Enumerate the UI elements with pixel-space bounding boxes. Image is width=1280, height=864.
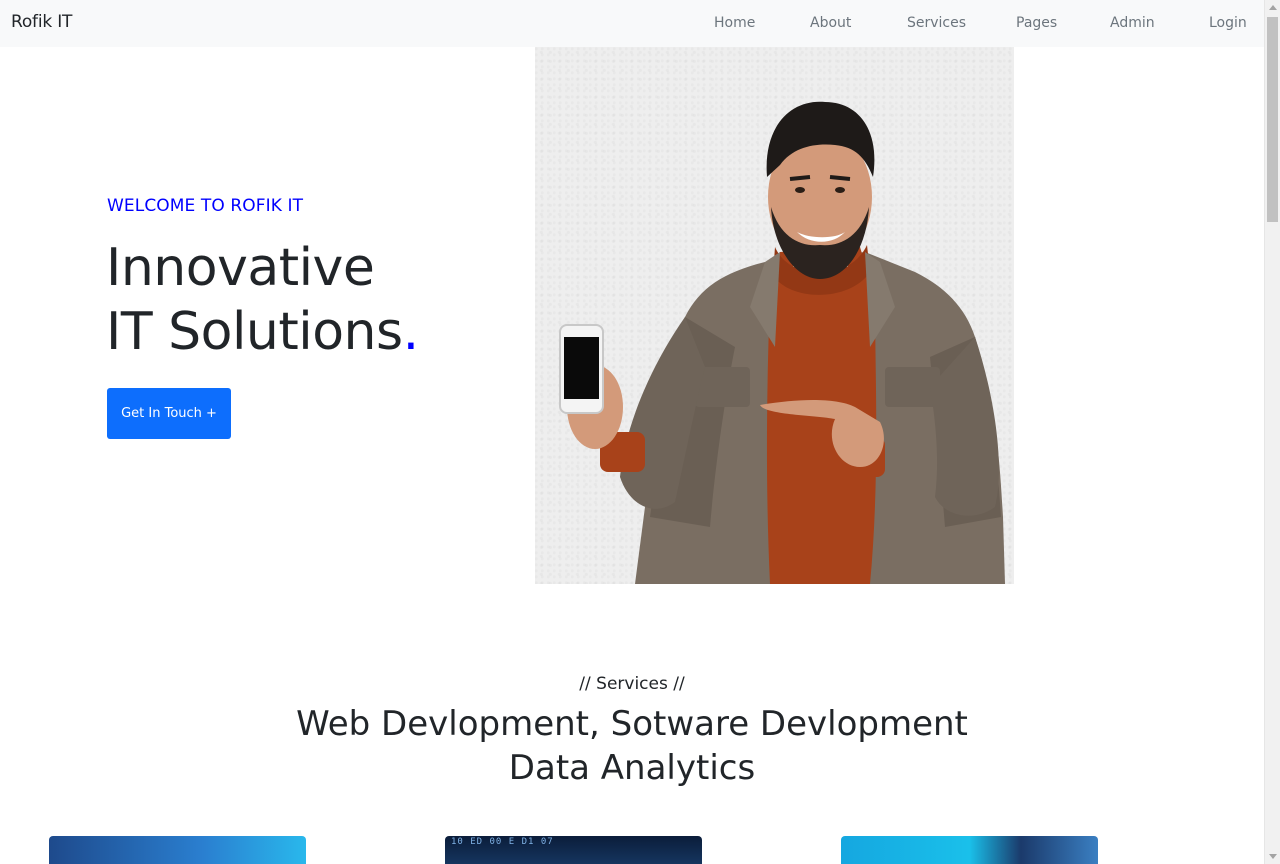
services-title: Web Devlopment, Sotware Devlopment Data A…	[0, 702, 1264, 790]
nav-links: Home About Services Pages Admin Login	[0, 15, 1264, 35]
nav-link-admin[interactable]: Admin	[1110, 15, 1155, 31]
scroll-down-arrow-icon[interactable]	[1269, 854, 1277, 859]
page-scrollbar[interactable]	[1264, 0, 1280, 864]
nav-link-home[interactable]: Home	[714, 15, 755, 31]
navbar: Rofik IT Home About Services Pages Admin…	[0, 0, 1264, 47]
hero-title-dot: .	[402, 302, 420, 362]
services-title-line1: Web Devlopment, Sotware Devlopment	[296, 704, 968, 744]
scroll-thumb[interactable]	[1267, 17, 1278, 222]
card-code-text: 10 ED 00 E D1 07	[451, 837, 554, 847]
scroll-up-arrow-icon[interactable]	[1269, 5, 1277, 10]
hero-image	[535, 47, 1014, 584]
service-card-web[interactable]	[49, 836, 306, 864]
hero-eyebrow: WELCOME TO ROFIK IT	[107, 196, 304, 216]
nav-link-login[interactable]: Login	[1209, 15, 1247, 31]
service-card-analytics[interactable]	[841, 836, 1098, 864]
hero-title: Innovative IT Solutions.	[106, 236, 419, 364]
nav-link-pages[interactable]: Pages	[1016, 15, 1057, 31]
service-card-software[interactable]: 10 ED 00 E D1 07	[445, 836, 702, 864]
hero-title-line1: Innovative	[106, 238, 375, 298]
hero-title-line2: IT Solutions	[106, 302, 403, 362]
man-with-phone-illustration	[559, 101, 1005, 584]
nav-link-about[interactable]: About	[810, 15, 851, 31]
services-eyebrow: // Services //	[579, 674, 685, 694]
get-in-touch-button[interactable]: Get In Touch +	[107, 388, 231, 439]
services-title-line2: Data Analytics	[508, 748, 756, 788]
nav-link-services[interactable]: Services	[907, 15, 966, 31]
